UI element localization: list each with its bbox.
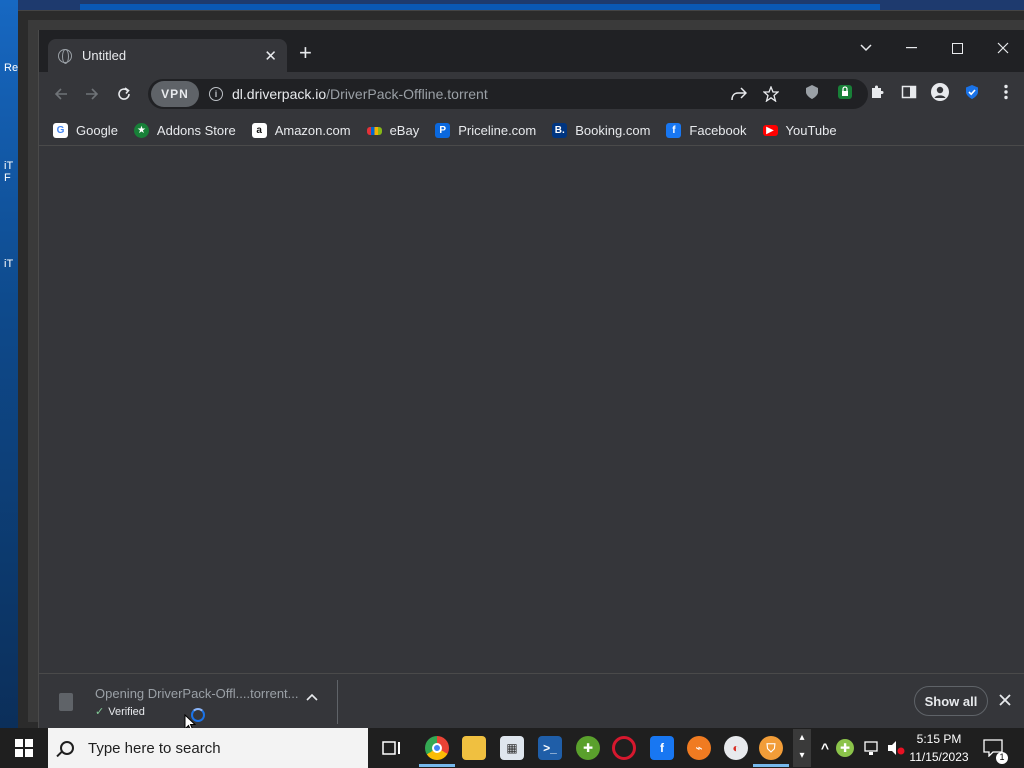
- calculator-icon[interactable]: ▦: [500, 736, 524, 760]
- browser-toolbar: VPN i dl.driverpack.io /DriverPack-Offli…: [39, 72, 1024, 116]
- browser-window: Untitled ✕ + VPN i dl.driverpack.io /Dri…: [38, 30, 1024, 728]
- check-icon: ✓: [95, 706, 105, 718]
- tray-chevron-up-icon[interactable]: ^: [813, 736, 837, 760]
- tab-strip: Untitled ✕ +: [39, 30, 1024, 72]
- bookmark-label: Priceline.com: [458, 123, 537, 138]
- globe-icon: [58, 48, 72, 64]
- url-host: dl.driverpack.io: [232, 86, 327, 102]
- shield-browser-icon[interactable]: ⛉: [759, 736, 783, 760]
- minimize-button[interactable]: [888, 34, 934, 62]
- download-status-text: Verified: [108, 705, 145, 718]
- new-tab-button[interactable]: +: [299, 42, 312, 64]
- bookmark-label: eBay: [389, 123, 420, 138]
- notification-count-badge: 1: [996, 752, 1008, 764]
- desktop-icon-label[interactable]: iT: [4, 258, 28, 294]
- download-filename: Opening DriverPack-Offl....torrent...: [95, 686, 299, 701]
- bookmark-label: Addons Store: [156, 123, 236, 138]
- close-window-button[interactable]: [980, 34, 1024, 62]
- green-app-icon[interactable]: ✚: [576, 736, 600, 760]
- file-icon: [59, 693, 73, 711]
- tab-title: Untitled: [82, 48, 127, 63]
- vpn-badge[interactable]: VPN: [151, 81, 199, 107]
- browser-app-icon[interactable]: ◐: [724, 736, 748, 760]
- file-explorer-icon[interactable]: [462, 736, 486, 760]
- tab-close-icon[interactable]: ✕: [264, 47, 277, 65]
- extension-check-shield-icon[interactable]: [962, 82, 982, 102]
- facebook-taskbar-icon[interactable]: f: [650, 736, 674, 760]
- maximize-button[interactable]: [934, 34, 980, 62]
- clock-time[interactable]: 5:15 PM: [904, 732, 974, 746]
- booking-icon: B.: [552, 123, 568, 138]
- extension-lock-icon[interactable]: [835, 82, 855, 102]
- windows-start-button[interactable]: [0, 728, 48, 768]
- desktop-icon-label[interactable]: Re: [4, 62, 28, 98]
- extension-shield-icon[interactable]: [802, 82, 822, 102]
- youtube-icon: ▶: [762, 125, 778, 136]
- amazon-icon: a: [251, 123, 267, 138]
- show-all-button[interactable]: Show all: [914, 686, 988, 716]
- bookmark-label: Amazon.com: [274, 123, 351, 138]
- powershell-icon[interactable]: >_: [538, 736, 562, 760]
- bookmark-ebay[interactable]: eBay: [366, 123, 420, 138]
- active-app-indicator: [753, 764, 789, 767]
- tray-app-icon[interactable]: ✚: [836, 739, 854, 757]
- ebay-icon: [366, 126, 382, 135]
- page-content: [39, 147, 1024, 672]
- back-button[interactable]: [49, 82, 73, 106]
- taskbar-search-input[interactable]: Type here to search: [48, 728, 368, 768]
- clock-date[interactable]: 11/15/2023: [904, 750, 974, 764]
- menu-kebab-icon[interactable]: [996, 82, 1016, 102]
- bookmark-priceline[interactable]: P Priceline.com: [435, 123, 536, 138]
- bookmark-label: Booking.com: [575, 123, 651, 138]
- orange-app-icon[interactable]: ⌁: [687, 736, 711, 760]
- tab-search-icon[interactable]: [843, 34, 889, 62]
- active-app-indicator: [419, 764, 455, 767]
- desktop-icon-label[interactable]: iT F: [4, 160, 28, 196]
- task-view-icon[interactable]: [380, 736, 404, 760]
- google-icon: G: [53, 123, 68, 138]
- facebook-icon: f: [666, 123, 682, 138]
- bookmark-star-icon[interactable]: [762, 85, 780, 103]
- address-bar[interactable]: VPN i dl.driverpack.io /DriverPack-Offli…: [148, 79, 868, 109]
- side-panel-icon[interactable]: [899, 82, 919, 102]
- bookmarks-bar: G Google ★ Addons Store a Amazon.com eBa…: [39, 116, 1024, 146]
- search-placeholder: Type here to search: [88, 739, 221, 757]
- chrome-taskbar-icon[interactable]: [425, 736, 449, 760]
- extensions-puzzle-icon[interactable]: [867, 82, 887, 102]
- bookmark-facebook[interactable]: f Facebook: [666, 123, 747, 138]
- share-icon[interactable]: [730, 85, 748, 103]
- chevron-up-icon[interactable]: [306, 688, 318, 704]
- bookmark-amazon[interactable]: a Amazon.com: [251, 123, 351, 138]
- search-icon: [60, 741, 74, 755]
- priceline-icon: P: [435, 123, 451, 138]
- url-path: /DriverPack-Offline.torrent: [326, 86, 488, 102]
- bookmark-label: Google: [76, 123, 118, 138]
- addons-store-icon: ★: [133, 123, 149, 138]
- forward-button[interactable]: [80, 82, 104, 106]
- reload-button[interactable]: [112, 82, 136, 106]
- download-divider: [337, 680, 338, 724]
- bookmark-addons-store[interactable]: ★ Addons Store: [133, 123, 236, 138]
- profile-avatar-icon[interactable]: [930, 82, 950, 102]
- bookmark-label: YouTube: [785, 123, 837, 138]
- bookmark-google[interactable]: G Google: [53, 123, 118, 138]
- site-info-icon[interactable]: i: [209, 87, 223, 101]
- taskbar-scroll-arrows[interactable]: ▴ ▾: [793, 729, 811, 767]
- bookmark-youtube[interactable]: ▶ YouTube: [762, 123, 837, 138]
- download-bar-close-icon[interactable]: [999, 690, 1011, 711]
- bookmark-label: Facebook: [689, 123, 747, 138]
- network-icon[interactable]: [860, 736, 884, 760]
- opera-icon[interactable]: [612, 736, 636, 760]
- tab-active[interactable]: Untitled ✕: [48, 39, 287, 72]
- bookmark-booking[interactable]: B. Booking.com: [552, 123, 650, 138]
